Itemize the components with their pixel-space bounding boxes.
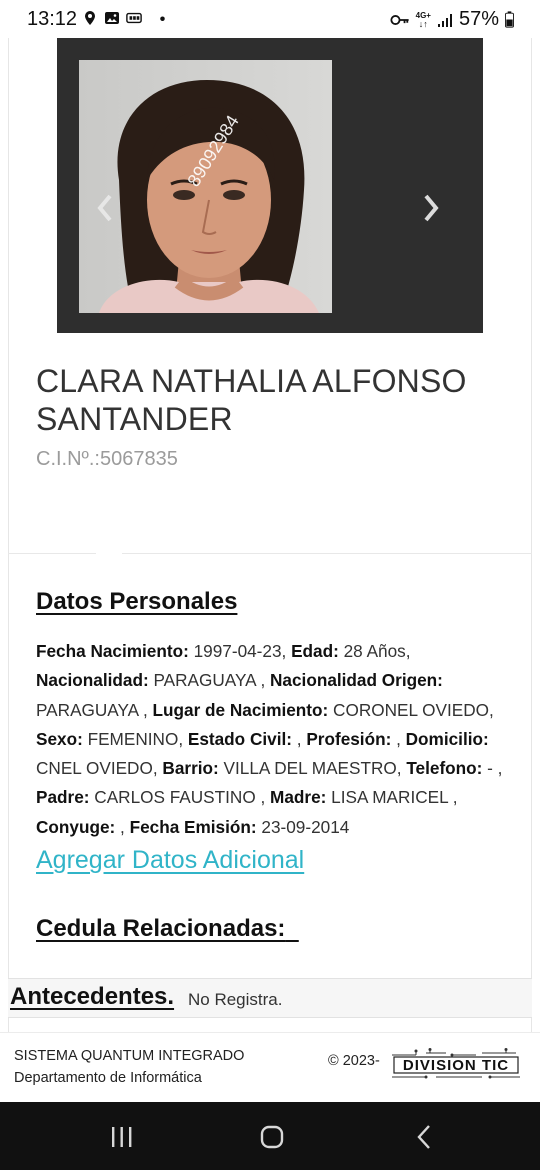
chevron-right-icon[interactable] [419, 188, 443, 228]
label-edad: Edad: [291, 641, 339, 661]
antecedentes-value: No Registra. [188, 990, 283, 1009]
system-nav-bar [0, 1102, 540, 1170]
key-icon [390, 14, 409, 25]
label-sexo: Sexo: [36, 728, 83, 749]
battery-icon [505, 11, 514, 28]
value-edad: 28 Años [343, 641, 406, 661]
datos-personales-body: Fecha Nacimiento: 1997-04-23, Edad: 28 A… [36, 641, 503, 837]
status-left-icons [82, 10, 170, 26]
label-fecha-emision: Fecha Emisión: [129, 816, 257, 837]
value-madre: LISA MARICEL [331, 787, 449, 808]
section-divider [8, 553, 532, 554]
antecedentes-heading: Antecedentes. [10, 983, 175, 1010]
value-nacionalidad: PARAGUAYA [153, 670, 256, 691]
label-domicilio: Domicilio: [405, 728, 489, 749]
photo-carousel[interactable]: 89092984 [57, 38, 483, 333]
value-sexo: FEMENINO [87, 728, 179, 749]
label-telefono: Telefono: [406, 758, 483, 779]
location-icon [85, 11, 95, 25]
person-photo: 89092984 [79, 60, 332, 313]
chevron-left-icon[interactable] [93, 188, 117, 228]
value-fecha-nacimiento: 1997-04-23 [193, 641, 282, 661]
cedulas-relacionadas-heading: Cedula Relacionadas: [36, 915, 286, 942]
person-name: CLARA NATHALIA ALFONSO SANTANDER [36, 363, 467, 437]
value-fecha-emision: 23-09-2014 [261, 816, 350, 837]
value-telefono: - [487, 758, 493, 779]
ci-label: C.I.Nº.: [36, 448, 100, 470]
cast-icon [126, 12, 142, 24]
data-arrows-icon: 4G+ ↓↑ [415, 10, 431, 29]
recents-icon[interactable] [107, 1124, 137, 1150]
label-padre: Padre: [36, 787, 90, 808]
label-fecha-nacimiento: Fecha Nacimiento: [36, 641, 189, 661]
value-padre: CARLOS FAUSTINO [94, 787, 256, 808]
label-lugar-nacimiento: Lugar de Nacimiento: [152, 699, 329, 720]
dot-icon [160, 16, 165, 21]
status-bar: 13:12 4G+ ↓↑ 57% [0, 0, 540, 38]
antecedentes-row: Antecedentes. No Registra. [8, 978, 532, 1018]
value-barrio: VILLA DEL MAESTRO [223, 758, 397, 779]
divider-gap [96, 548, 122, 558]
division-tic-logo: DIVISION TIC [392, 1048, 520, 1079]
battery-percent: 57% [458, 8, 499, 30]
value-nacionalidad-origen: PARAGUAYA [36, 699, 139, 720]
label-nacionalidad-origen: Nacionalidad Origen: [270, 670, 443, 691]
footer-system-name: SISTEMA QUANTUM INTEGRADO [14, 1048, 245, 1064]
value-lugar-nacimiento: CORONEL OVIEDO [333, 699, 490, 720]
image-icon [105, 12, 119, 24]
label-madre: Madre: [270, 787, 327, 808]
label-profesion: Profesión: [306, 728, 392, 749]
home-icon[interactable] [257, 1124, 287, 1150]
label-conyuge: Conyuge: [36, 816, 116, 837]
footer: SISTEMA QUANTUM INTEGRADO Departamento d… [0, 1032, 540, 1102]
datos-personales-heading: Datos Personales [36, 588, 238, 615]
label-estado-civil: Estado Civil: [187, 728, 292, 749]
status-time: 13:12 [27, 8, 78, 30]
label-barrio: Barrio: [162, 758, 219, 779]
label-nacionalidad: Nacionalidad: [36, 670, 149, 691]
logo-text: DIVISION TIC [403, 1057, 509, 1074]
signal-icon [437, 13, 452, 27]
person-ci: C.I.Nº.:5067835 [36, 448, 178, 471]
footer-department: Departamento de Informática [14, 1070, 202, 1086]
ci-number: 5067835 [99, 448, 178, 470]
back-icon[interactable] [410, 1124, 440, 1150]
value-domicilio: CNEL OVIEDO [36, 758, 153, 779]
add-additional-data-link[interactable]: Agregar Datos Adicional [36, 846, 304, 875]
status-right-icons: 4G+ ↓↑ 57% [390, 8, 514, 31]
footer-copyright: © 2023- [328, 1053, 380, 1069]
